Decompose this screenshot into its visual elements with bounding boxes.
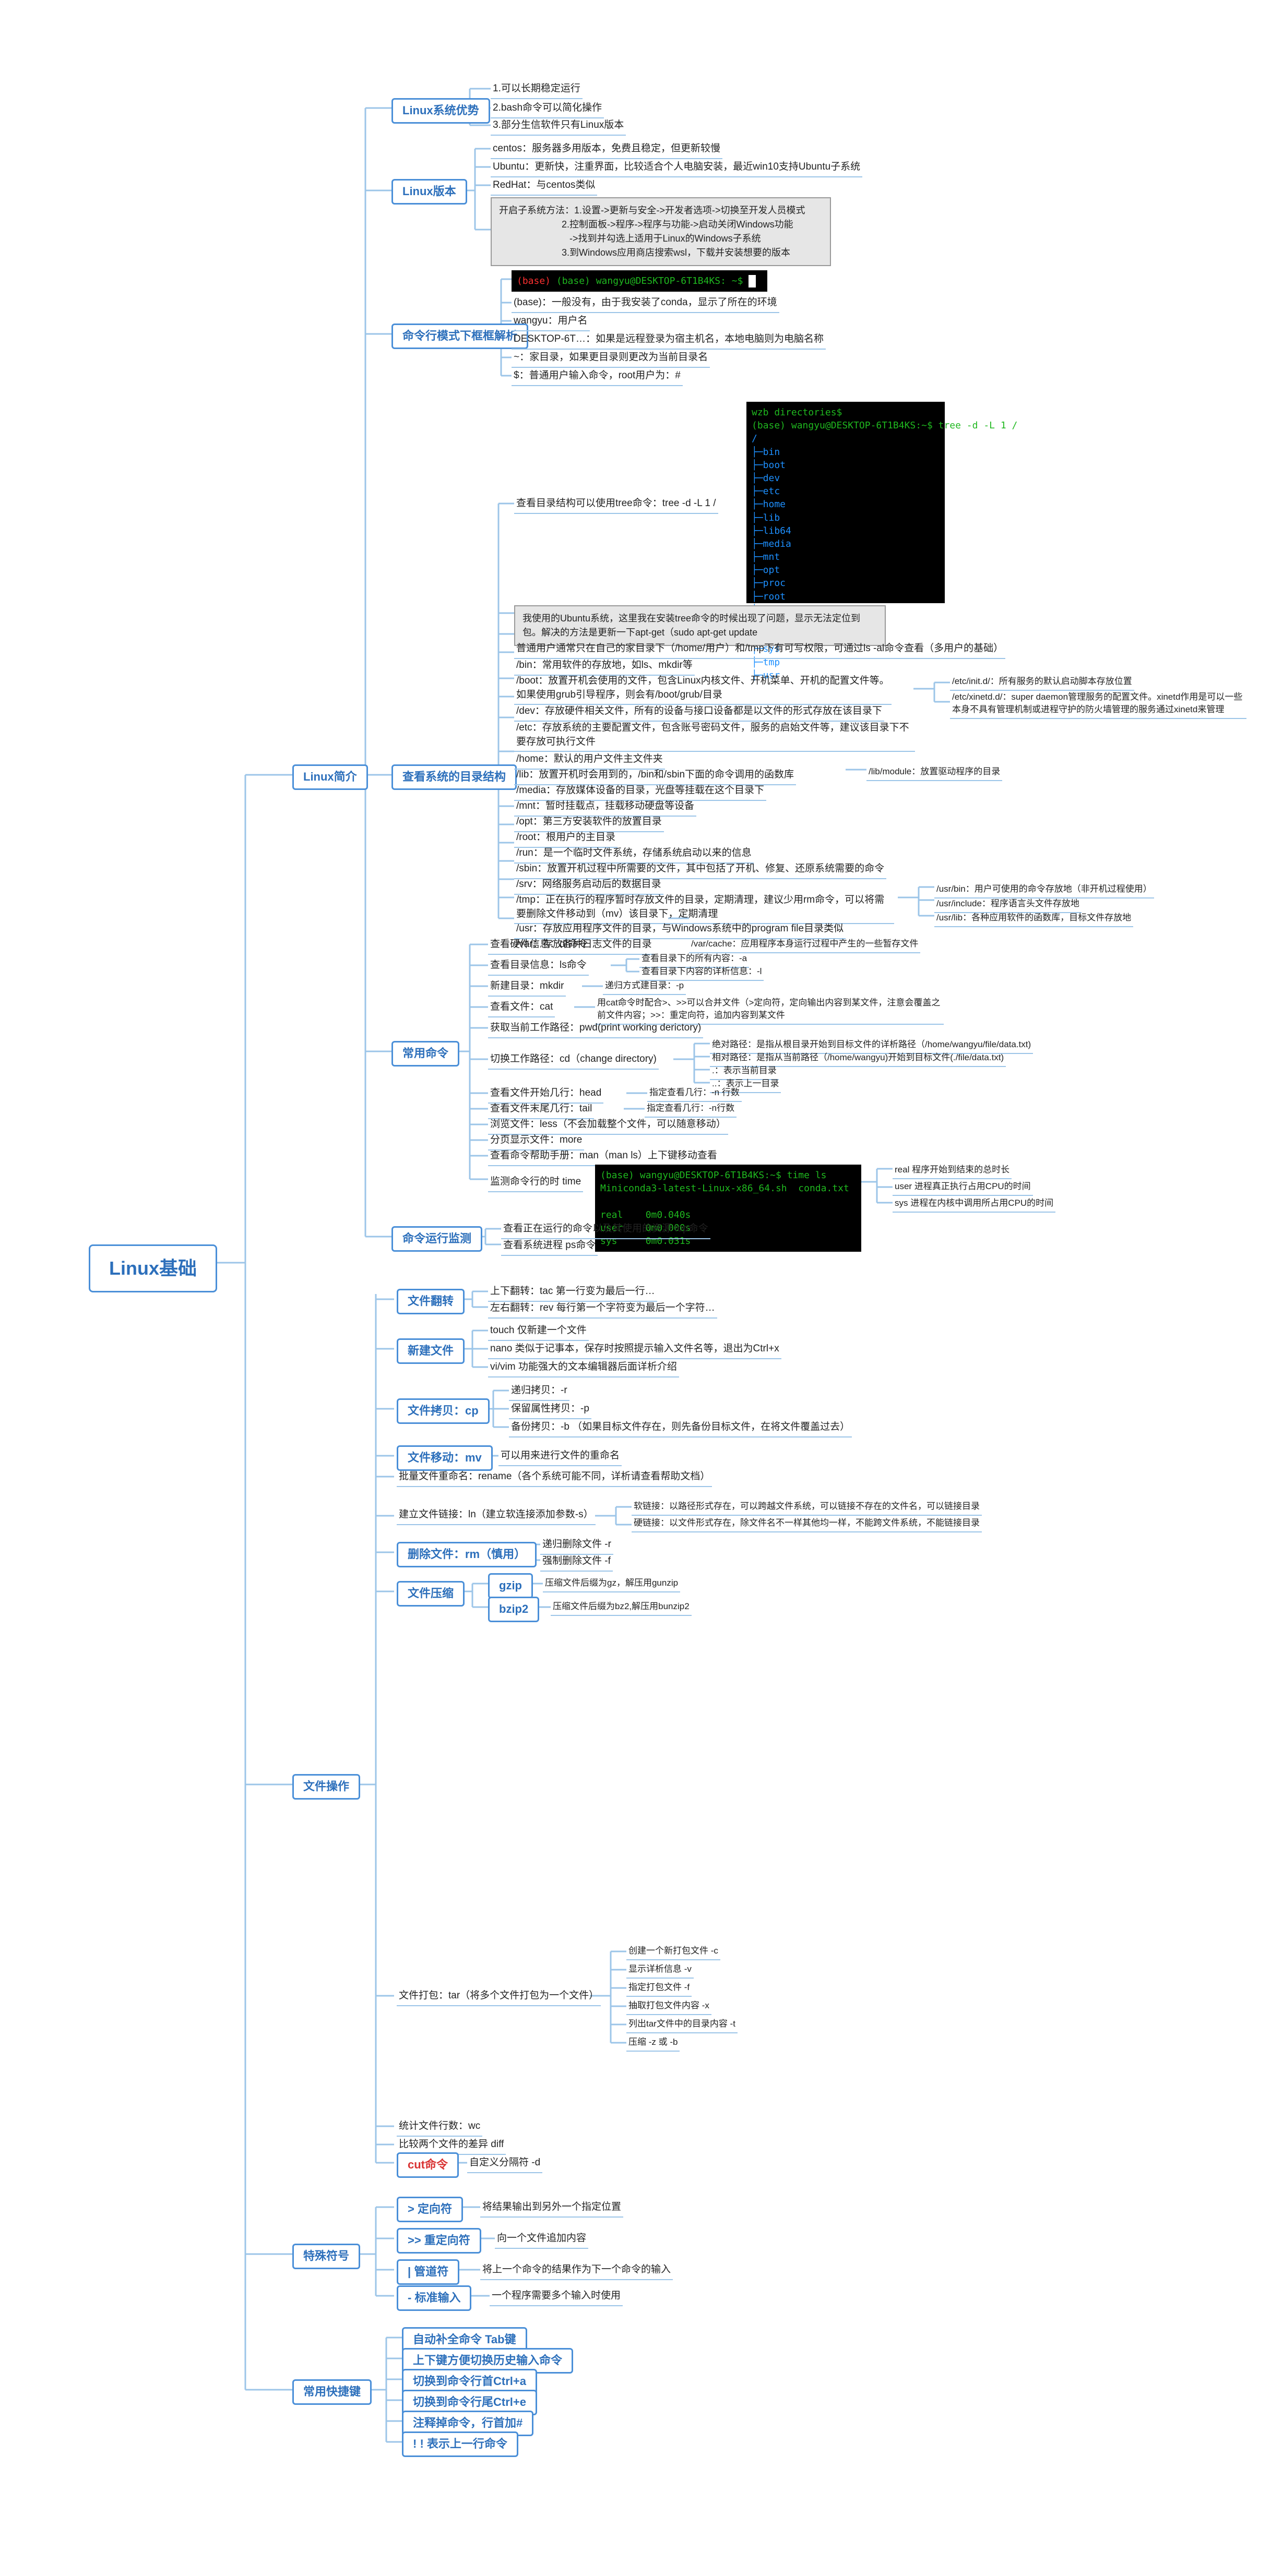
vi: vi/vim 功能强大的文本编辑器后面详析介绍 (488, 1359, 679, 1377)
stdin[interactable]: - 标准输入 (397, 2285, 471, 2311)
rm-f: 强制删除文件 -f (540, 1553, 613, 1572)
cat: 查看文件：cat (488, 999, 555, 1017)
mv-note: 可以用来进行文件的重命名 (498, 1448, 622, 1466)
terminal-prompt: (base) (base) wangyu@DESKTOP-6T1B4KS: ~$ (512, 270, 767, 292)
note-base: (base)：一般没有，由于我安装了conda，显示了所在的环境 (512, 295, 779, 313)
note-tilde: ~：家目录，如果更目录则更改为当前目录名 (512, 350, 710, 368)
special-chars[interactable]: 特殊符号 (292, 2244, 360, 2269)
boot: /boot：放置开机会使用的文件，包含Linux内核文件、开机菜单、开机的配置文… (514, 673, 892, 705)
time-real: real 程序开始到结束的总时长 (893, 1163, 1012, 1179)
cp-r: 递归拷贝：-r (509, 1383, 569, 1401)
ln-soft: 软链接：以路径形式存在，可以跨越文件系统，可以链接不存在的文件名，可以链接目录 (632, 1499, 982, 1516)
rm-r: 递归删除文件 -r (540, 1537, 613, 1555)
time-sys: sys 进程在内核中调用所占用CPU的时间 (893, 1196, 1055, 1213)
etc-init: /etc/init.d/：所有服务的默认启动脚本存放位置 (950, 674, 1134, 691)
new-file[interactable]: 新建文件 (397, 1338, 465, 1364)
rename: 批量文件重命名：rename（各个系统可能不同，详析请查看帮助文档） (397, 1469, 712, 1487)
bang[interactable]: ! ! 表示上一行命令 (402, 2431, 518, 2457)
redhat: RedHat：与centos类似 (491, 177, 597, 196)
ln: 建立文件链接：ln（建立软连接添加参数-s） (397, 1507, 596, 1525)
apt-note: 我使用的Ubuntu系统，这里我在安装tree命令的时候出现了问题，显示无法定位… (514, 605, 886, 646)
tmp: /tmp：正在执行的程序暂时存放文件的目录，定期清理，建议少用rm命令，可以将需… (514, 892, 894, 924)
tar-z: 压缩 -z 或 -b (626, 2035, 680, 2052)
shortcuts[interactable]: 常用快捷键 (292, 2379, 372, 2405)
redir[interactable]: > 定向符 (397, 2197, 463, 2222)
common-cmds[interactable]: 常用命令 (391, 1041, 459, 1067)
dir-structure[interactable]: 查看系统的目录结构 (391, 764, 517, 790)
dev: /dev：存放硬件相关文件，所有的设备与接口设备都是以文件的形式存放在该目录下 (514, 703, 884, 722)
head-n: 指定查看几行：-n 行数 (647, 1085, 742, 1102)
cp[interactable]: 文件拷贝：cp (397, 1398, 490, 1424)
cp-p: 保留属性拷贝：-p (509, 1401, 591, 1419)
cut-d: 自定义分隔符 -d (467, 2155, 542, 2173)
tar-t: 列出tar文件中的目录内容 -t (626, 2017, 738, 2033)
top: 查看正在运行的命令以及其使用的资源 top命令 (501, 1221, 710, 1239)
rm[interactable]: 删除文件：rm（慎用） (397, 1542, 537, 1567)
linux-intro[interactable]: Linux简介 (292, 764, 368, 790)
ps: 查看系统进程 ps命令 (501, 1238, 598, 1256)
ln-hard: 硬链接：以文件形式存在，除文件名不一样其他均一样，不能跨文件系统，不能链接目录 (632, 1516, 982, 1532)
cmdline-parse[interactable]: 命令行模式下框框解析 (391, 324, 528, 349)
tar: 文件打包：tar（将多个文件打包为一个文件） (397, 1988, 601, 2006)
lib-module: /lib/module：放置驱动程序的目录 (866, 764, 1002, 781)
ubuntu: Ubuntu：更新快，注重界面，比较适合个人电脑安装，最近win10支持Ubun… (491, 159, 862, 177)
tar-f: 指定打包文件 -f (626, 1980, 692, 1997)
adv3: 3.部分生信软件只有Linux版本 (491, 117, 626, 136)
cut[interactable]: cut命令 (397, 2152, 459, 2178)
advantages[interactable]: Linux系统优势 (391, 98, 490, 124)
etc: /etc：存放系统的主要配置文件，包含账号密码文件，服务的启始文件等，建议该目录… (514, 720, 915, 752)
note-host: DESKTOP-6T…：如果是远程登录为宿主机名，本地电脑则为电脑名称 (512, 331, 826, 350)
bzip2-note: 压缩文件后缀为bz2,解压用bunzip2 (551, 1599, 692, 1616)
cd: 切换工作路径：cd（change directory) (488, 1051, 659, 1070)
compress[interactable]: 文件压缩 (397, 1581, 465, 1607)
redir-note: 将结果输出到另外一个指定位置 (480, 2199, 623, 2218)
wsl-panel: 开启子系统方法：1.设置->更新与安全->开发者选项->切换至开发人员模式 2.… (491, 197, 831, 266)
tar-c: 创建一个新打包文件 -c (626, 1944, 720, 1960)
tail-n: 指定查看几行：-n行数 (645, 1101, 737, 1118)
time-label: 监测命令行的时 time (488, 1174, 583, 1192)
bzip2[interactable]: bzip2 (488, 1597, 539, 1622)
flip-tac: 上下翻转：tac 第一行变为最后一行… (488, 1284, 657, 1302)
etc-xinetd: /etc/xinetd.d/：super daemon管理服务的配置文件。xin… (950, 690, 1246, 719)
flip[interactable]: 文件翻转 (397, 1289, 465, 1314)
redir2-note: 向一个文件追加内容 (495, 2231, 588, 2249)
touch: touch 仅新建一个文件 (488, 1323, 589, 1341)
cp-b: 备份拷贝：-b （如果目标文件存在，则先备份目标文件，在将文件覆盖过去） (509, 1419, 852, 1437)
adv2: 2.bash命令可以简化操作 (491, 100, 604, 118)
terminal-tree: wzb directories$ (base) wangyu@DESKTOP-6… (746, 402, 945, 603)
note-dollar: $：普通用户输入命令，root用户为：# (512, 368, 683, 386)
tar-x: 抽取打包文件内容 -x (626, 1998, 711, 2015)
normal-user: 普通用户通常只在自己的家目录下（/home/用户）和/tmp下有可写权限，可通过… (514, 641, 1005, 659)
man: 查看命令帮助手册：man（man ls）上下键移动查看 (488, 1148, 719, 1166)
gzip[interactable]: gzip (488, 1573, 533, 1599)
file-ops[interactable]: 文件操作 (292, 1774, 360, 1800)
pipe[interactable]: | 管道符 (397, 2259, 459, 2285)
note-user: wangyu：用户名 (512, 313, 590, 331)
pipe-note: 将上一个命令的结果作为下一个命令的输入 (480, 2262, 673, 2280)
tar-v: 显示详析信息 -v (626, 1962, 694, 1979)
df: 查看硬件信息：df命令 (488, 937, 590, 955)
time-user: user 进程真正执行占用CPU的时间 (893, 1179, 1033, 1196)
usr-lib: /usr/lib：各种应用软件的函数库，目标文件存放地 (934, 910, 1133, 927)
flip-rev: 左右翻转：rev 每行第一个字符变为最后一个字符… (488, 1300, 717, 1319)
centos: centos：服务器多用版本，免费且稳定，但更新较慢 (491, 141, 722, 159)
gzip-note: 压缩文件后缀为gz，解压用gunzip (543, 1576, 680, 1592)
pwd: 获取当前工作路径：pwd(print working derictory) (488, 1020, 703, 1038)
root[interactable]: Linux基础 (89, 1244, 217, 1292)
versions[interactable]: Linux版本 (391, 179, 467, 205)
mkdir: 新建目录：mkdir (488, 978, 566, 997)
wc: 统计文件行数：wc (397, 2118, 482, 2137)
mv[interactable]: 文件移动：mv (397, 1445, 493, 1471)
adv1: 1.可以长期稳定运行 (491, 81, 583, 99)
tree-note: 查看目录结构可以使用tree命令：tree -d -L 1 / (514, 496, 718, 514)
mkdir-p: 递归方式建目录：-p (603, 978, 686, 995)
nano: nano 类似于记事本，保存时按照提示输入文件名等，退出为Ctrl+x (488, 1341, 781, 1359)
ls: 查看目录信息：ls命令 (488, 957, 589, 976)
cmd-monitor[interactable]: 命令运行监测 (391, 1226, 482, 1252)
redir2[interactable]: >> 重定向符 (397, 2228, 481, 2254)
stdin-note: 一个程序需要多个输入时使用 (490, 2288, 623, 2306)
